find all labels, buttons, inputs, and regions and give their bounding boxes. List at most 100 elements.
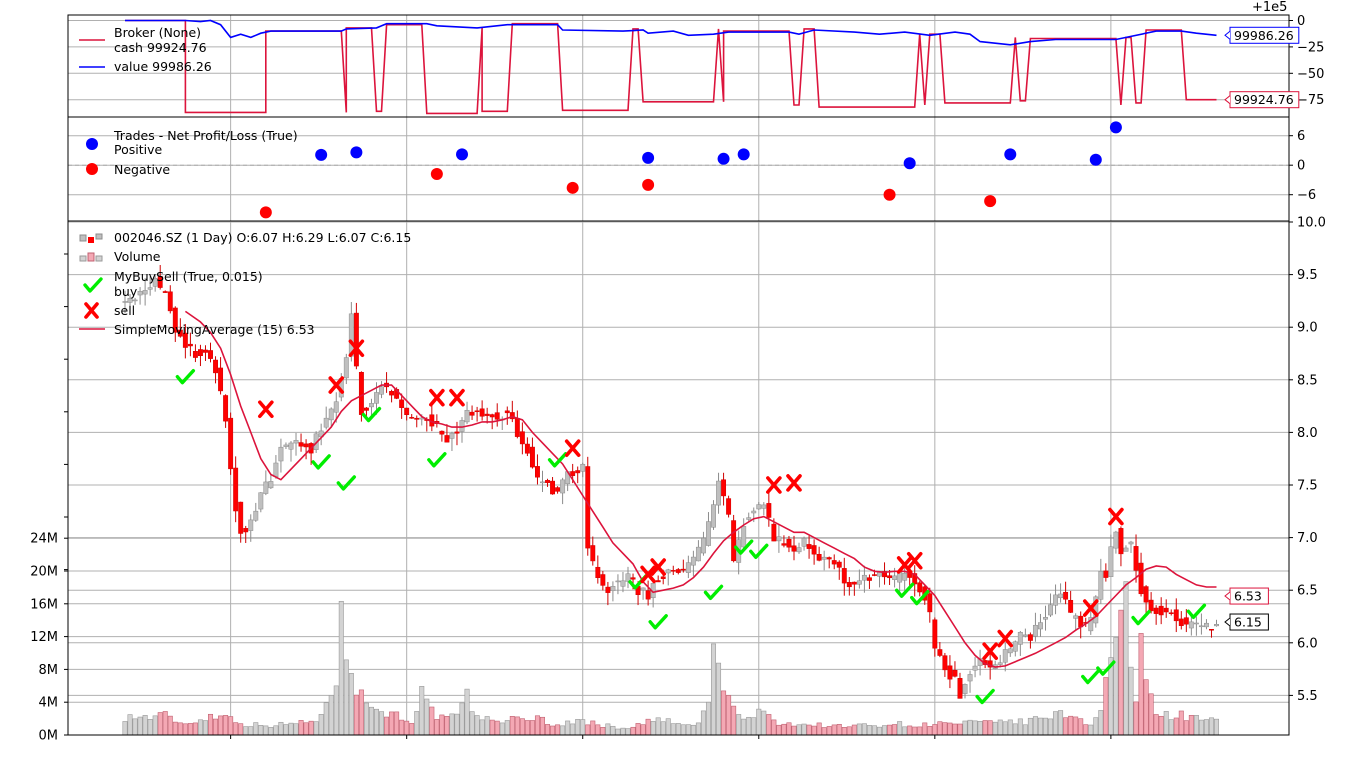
broker-tag-0-label: 99986.26 xyxy=(1234,28,1294,43)
buy-marker xyxy=(336,475,357,491)
volume-bar xyxy=(987,720,993,736)
volume-bar xyxy=(912,726,918,736)
candle-body xyxy=(892,575,898,580)
volume-bar xyxy=(479,719,485,736)
volume-bar xyxy=(248,726,254,736)
volume-bar xyxy=(645,718,651,736)
candle-body xyxy=(243,528,249,533)
volume-bar xyxy=(202,720,208,736)
candle-body xyxy=(223,395,229,422)
candle-body xyxy=(560,479,566,494)
volume-bar xyxy=(1133,701,1139,736)
volume-bar xyxy=(142,715,148,736)
candle-body xyxy=(389,391,395,396)
volume-bar xyxy=(690,724,696,736)
candle-body xyxy=(363,407,369,411)
candle-body xyxy=(846,582,852,588)
legend-positive-marker xyxy=(86,138,98,150)
volume-bar xyxy=(866,725,872,736)
volume-bar xyxy=(630,726,636,736)
broker-tick-label: 0 xyxy=(1297,14,1305,29)
volume-tick-label: 12M xyxy=(30,630,58,645)
volume-bar xyxy=(1138,633,1144,736)
volume-bar xyxy=(887,724,893,736)
candle-body xyxy=(685,562,691,573)
volume-bar xyxy=(333,685,339,736)
broker-tick-label: −75 xyxy=(1297,93,1324,108)
candle-body xyxy=(932,619,938,649)
volume-bar xyxy=(253,722,259,736)
volume-bar xyxy=(1173,717,1179,736)
sell-markers xyxy=(258,339,1124,661)
candle-body xyxy=(162,291,168,293)
volume-bar xyxy=(967,719,973,736)
volume-bar xyxy=(861,723,867,736)
candle-body xyxy=(721,479,727,497)
candle-body xyxy=(303,443,309,448)
candle-body xyxy=(897,571,903,583)
candle-body xyxy=(660,576,666,579)
trade-negative-marker xyxy=(259,206,272,219)
volume-bar xyxy=(650,721,656,736)
trade-positive-marker xyxy=(456,148,469,161)
volume-bar xyxy=(192,722,198,736)
candle-body xyxy=(731,520,737,562)
candle-body xyxy=(942,655,948,671)
candle-body xyxy=(489,414,495,418)
volume-bar xyxy=(434,719,440,736)
sell-marker xyxy=(1108,507,1124,526)
candle-body xyxy=(1123,547,1129,552)
volume-bar xyxy=(278,721,284,736)
volume-bar xyxy=(228,716,234,736)
volume-bar xyxy=(776,724,782,736)
price-tick-label: 6.5 xyxy=(1297,584,1318,599)
volume-bar xyxy=(1103,677,1109,736)
candle-body xyxy=(524,443,530,454)
legend-value-label: value 99986.26 xyxy=(114,59,212,74)
candle-body xyxy=(695,546,701,562)
volume-bar xyxy=(1113,637,1119,736)
volume-bar xyxy=(685,724,691,736)
sma-tag-label: 6.53 xyxy=(1234,589,1262,604)
volume-bar xyxy=(726,695,732,736)
candle-body xyxy=(645,590,651,600)
volume-bar xyxy=(550,725,556,736)
buy-marker xyxy=(648,614,668,630)
candle-body xyxy=(655,580,661,583)
volume-bar xyxy=(464,688,470,736)
candle-body xyxy=(439,430,445,435)
volume-bar xyxy=(353,694,359,736)
volume-bar xyxy=(781,723,787,736)
candle-body xyxy=(369,403,374,408)
volume-bar xyxy=(560,725,566,736)
volume-bar xyxy=(620,727,626,736)
volume-bar xyxy=(1188,715,1194,736)
candle-body xyxy=(726,498,732,515)
volume-bar xyxy=(444,716,450,736)
candle-body xyxy=(806,544,812,549)
price-tick-label: 8.0 xyxy=(1297,426,1318,441)
value-line xyxy=(125,19,1217,46)
volume-bar xyxy=(907,725,913,736)
candle-body xyxy=(529,446,535,468)
volume-bar xyxy=(504,720,510,736)
volume-bar xyxy=(1158,715,1164,736)
candle-body xyxy=(293,440,299,444)
candle-body xyxy=(620,580,626,587)
sma-tag-pointer xyxy=(1224,591,1231,601)
candle-body xyxy=(333,401,339,413)
candle-body xyxy=(902,572,908,581)
volume-bar xyxy=(399,719,405,736)
volume-bar xyxy=(1193,715,1199,736)
candle-body xyxy=(1043,617,1048,620)
candle-body xyxy=(1188,621,1194,629)
volume-bar xyxy=(389,711,395,736)
volume-bar xyxy=(172,721,178,736)
candle-body xyxy=(967,674,973,682)
candle-body xyxy=(404,407,410,415)
volume-bar xyxy=(384,716,390,736)
volume-bar xyxy=(1203,719,1209,736)
volume-bar xyxy=(197,719,203,736)
candle-body xyxy=(1133,546,1139,571)
volume-bar xyxy=(610,725,616,736)
